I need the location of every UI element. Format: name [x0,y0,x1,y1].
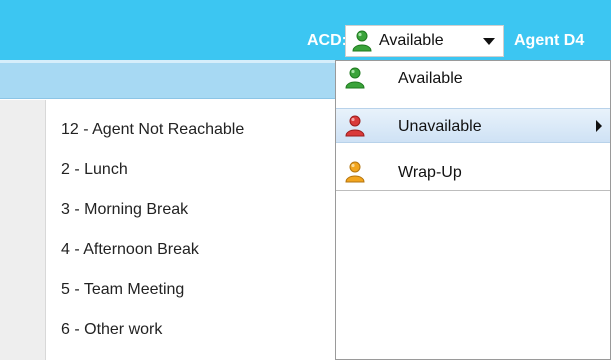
status-option-label: Wrap-Up [398,164,462,181]
user-orange-icon [345,161,365,183]
left-sidebar-strip [0,100,46,360]
reason-item[interactable]: 4 - Afternoon Break [46,232,335,272]
reason-item-label: 5 - Team Meeting [61,281,185,298]
reason-item-label: 3 - Morning Break [61,201,189,218]
acd-label: ACD: [307,32,347,49]
user-green-icon [345,67,365,89]
reason-item-label: 12 - Agent Not Reachable [61,121,245,138]
reason-item[interactable]: 5 - Team Meeting [46,272,335,312]
unavailable-reasons-menu: 12 - Agent Not Reachable 2 - Lunch 3 - M… [46,112,335,360]
reason-item[interactable]: 6 - Other work [46,312,335,352]
status-option-label: Unavailable [398,118,482,135]
status-option-label: Available [398,70,463,87]
app-window: ACD: Available Agent D4 12 - Agent Not R… [0,0,611,360]
menu-divider [336,190,610,191]
status-option-available[interactable]: Available [336,61,610,96]
reason-item[interactable]: 3 - Morning Break [46,192,335,232]
reason-item-label: 6 - Other work [61,321,163,338]
status-dropdown-menu: Available Unavailable Wrap-Up [335,60,611,360]
reason-item[interactable]: 2 - Lunch [46,152,335,192]
status-selector-dropdown[interactable]: Available [345,25,504,57]
chevron-right-icon [596,120,602,132]
agent-name-label: Agent D4 [514,32,585,49]
reason-item-label: 2 - Lunch [61,161,128,178]
status-option-wrap-up[interactable]: Wrap-Up [336,155,610,190]
status-option-unavailable[interactable]: Unavailable [336,108,610,143]
chevron-down-icon [483,38,495,45]
reason-item[interactable]: 12 - Agent Not Reachable [46,112,335,152]
status-selector-value: Available [379,32,444,49]
user-red-icon [345,115,365,137]
header-bar: ACD: Available Agent D4 [0,0,611,60]
user-green-icon [352,30,372,52]
reason-item-label: 4 - Afternoon Break [61,241,199,258]
